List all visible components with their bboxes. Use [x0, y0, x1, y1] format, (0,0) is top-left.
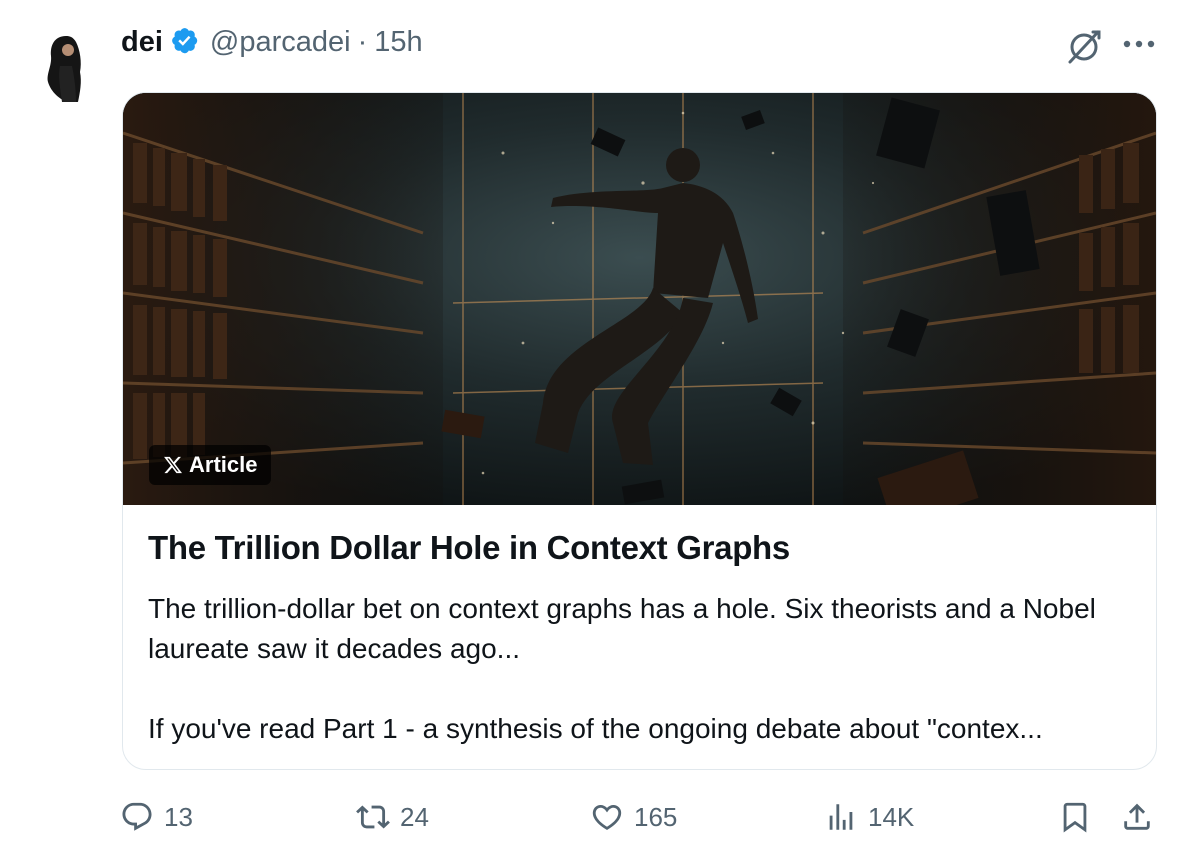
more-icon[interactable] [1119, 28, 1159, 60]
article-card[interactable]: Article The Trillion Dollar Hole in Cont… [122, 92, 1157, 770]
avatar[interactable] [24, 22, 106, 104]
article-badge-label: Article [189, 452, 258, 477]
author-name[interactable]: dei [121, 26, 163, 59]
views-icon [829, 804, 853, 830]
share-button[interactable] [1120, 795, 1154, 839]
like-button[interactable]: 165 [590, 795, 677, 839]
tweet-actions: 13 24 165 14K [0, 795, 1188, 839]
author-handle[interactable]: @parcadei [210, 26, 351, 59]
article-title: The Trillion Dollar Hole in Context Grap… [148, 529, 790, 566]
separator: · [357, 25, 368, 58]
article-cover-image: Article [123, 93, 1156, 505]
timestamp[interactable]: 15h [374, 26, 422, 59]
views-count: 14K [868, 801, 915, 832]
bookmark-icon [1063, 802, 1087, 833]
reply-button[interactable]: 13 [120, 795, 193, 839]
like-count: 165 [634, 801, 678, 832]
repost-count: 24 [400, 801, 429, 832]
tweet-header: dei @parcadei · 15h [121, 22, 423, 62]
article-description-line: If you've read Part 1 - a synthesis of t… [148, 713, 1043, 744]
repost-icon [356, 805, 390, 829]
share-icon [1124, 803, 1150, 830]
reply-count: 13 [164, 801, 193, 832]
x-logo-icon [164, 456, 183, 474]
repost-button[interactable]: 24 [356, 795, 429, 839]
verified-badge-icon [170, 26, 202, 58]
grok-icon[interactable] [1064, 26, 1104, 66]
article-badge: Article [149, 445, 272, 485]
avatar-image [24, 22, 106, 104]
heart-icon [592, 804, 622, 830]
bookmark-button[interactable] [1058, 795, 1092, 839]
article-description-line: The trillion-dollar bet on context graph… [148, 593, 1096, 664]
reply-icon [122, 802, 152, 831]
views-button[interactable]: 14K [824, 795, 914, 839]
article-description: The trillion-dollar bet on context graph… [148, 589, 1138, 749]
